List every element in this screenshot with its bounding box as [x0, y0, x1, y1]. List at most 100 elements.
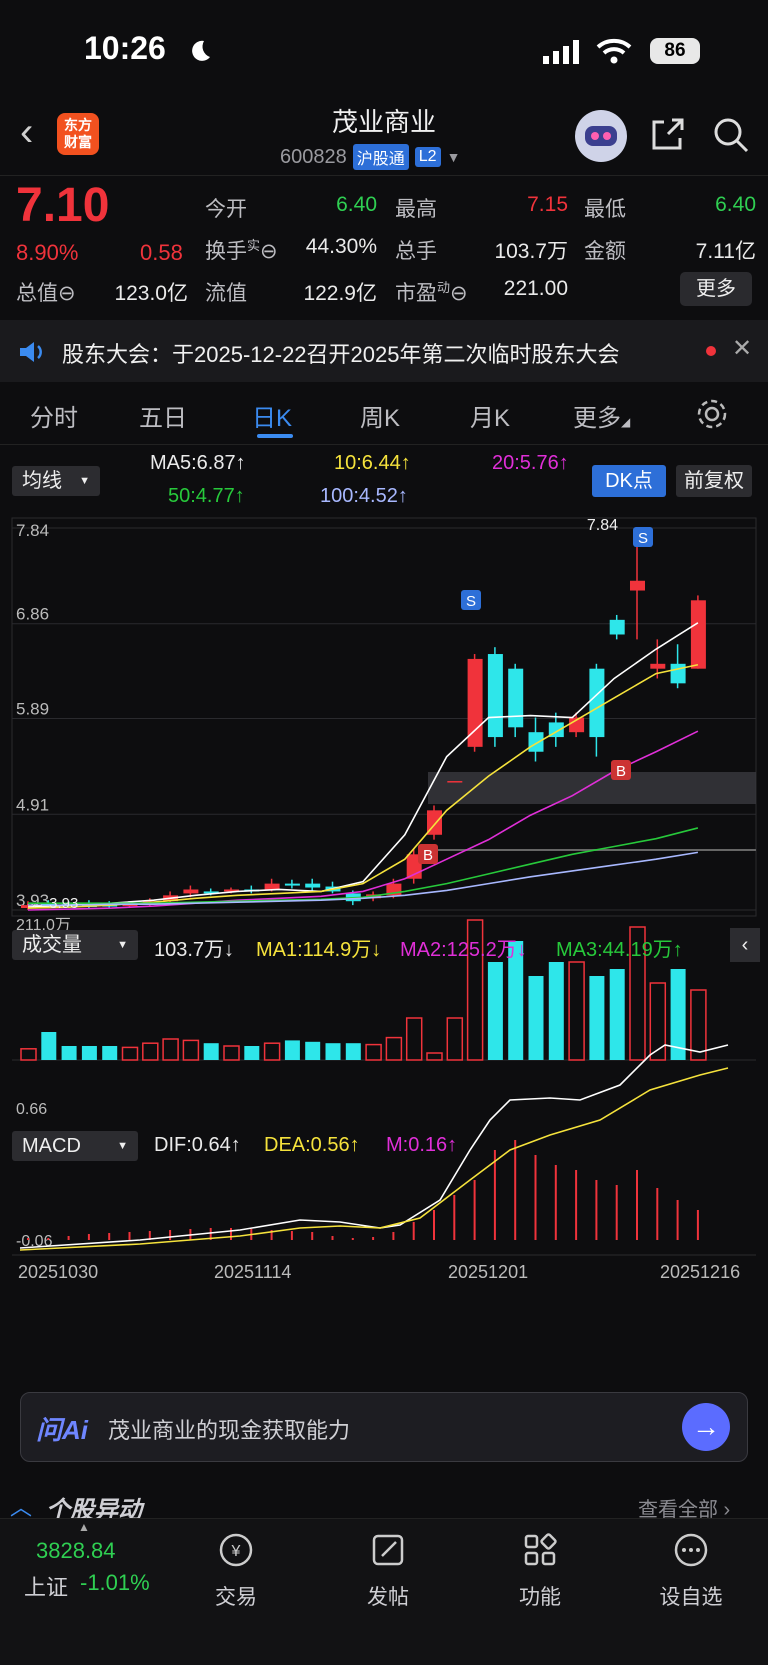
dk-point-button[interactable]: DK点	[592, 465, 666, 497]
volume-bar	[162, 1038, 179, 1061]
nav-functions[interactable]: 功能	[485, 1530, 595, 1611]
volume-ma3: MA3:44.19万↑	[556, 939, 683, 961]
volume-bar	[102, 1046, 118, 1060]
stat-label: 市盈动⊖	[395, 280, 468, 305]
change-amount: 0.58	[140, 240, 183, 265]
volume-bar	[405, 1017, 423, 1061]
volume-bar	[609, 969, 625, 1060]
volume-bar	[365, 1043, 382, 1061]
volume-bar	[325, 1043, 341, 1060]
tab-weekly-k[interactable]: 周K	[360, 398, 400, 433]
stat-label: 最低	[584, 198, 626, 221]
index-name: 上证	[24, 1575, 69, 1600]
notice-text: 股东大会：于2025-12-22召开2025年第二次临时股东大会	[62, 342, 620, 367]
yen-coin-icon: ¥	[219, 1533, 253, 1567]
ma50-value: 50:4.77↑	[168, 485, 245, 507]
index-value[interactable]: 3828.84	[36, 1538, 116, 1564]
tab-monthly-k[interactable]: 月K	[470, 398, 510, 433]
ma100-value: 100:4.52↑	[320, 485, 408, 507]
date-axis-label: 20251216	[660, 1262, 740, 1282]
tab-more[interactable]: 更多◢	[573, 398, 630, 433]
wifi-icon	[596, 38, 632, 64]
volume-bar	[589, 976, 605, 1060]
active-tab-indicator	[257, 434, 293, 438]
volume-bar	[548, 962, 564, 1060]
buy-marker-label: B	[616, 763, 626, 780]
change-percent: 8.90%	[16, 240, 79, 265]
tab-five-day[interactable]: 五日	[139, 398, 187, 433]
candle-body	[284, 883, 300, 886]
volume-bar	[142, 1042, 159, 1061]
last-price: 7.10	[16, 179, 110, 232]
macd-select[interactable]: MACD ▼	[12, 1131, 138, 1161]
volume-bar	[690, 989, 707, 1061]
candle-body	[305, 883, 321, 888]
volume-bar	[20, 1048, 37, 1061]
more-dots-icon	[674, 1533, 708, 1567]
volume-bar	[284, 1040, 300, 1060]
candle-body	[528, 732, 544, 752]
stat-value: 103.7万	[494, 240, 568, 263]
stat-label: 流值	[205, 282, 247, 305]
candle-body	[589, 668, 605, 738]
volume-bar	[528, 976, 544, 1060]
stat-label: 金额	[584, 240, 626, 263]
stat-label: 最高	[395, 198, 437, 221]
volume-bar	[182, 1039, 200, 1061]
candle-body	[630, 580, 645, 591]
ma10-value: 10:6.44↑	[334, 452, 411, 474]
grid-icon	[524, 1533, 557, 1566]
level-tag: L2	[414, 147, 441, 167]
nav-post[interactable]: 发帖	[333, 1530, 443, 1611]
moon-icon	[192, 40, 210, 61]
edit-icon	[372, 1534, 404, 1566]
volume-bar	[61, 1046, 77, 1060]
forward-adjust-button[interactable]: 前复权	[676, 465, 752, 497]
share-icon[interactable]	[650, 116, 686, 152]
volume-bar	[385, 1036, 403, 1061]
search-icon[interactable]	[712, 116, 750, 154]
settings-gear-icon[interactable]	[696, 398, 728, 430]
volume-bar	[244, 1046, 260, 1060]
support-zone	[428, 772, 756, 804]
candle-body	[650, 663, 666, 669]
index-change: -1.01%	[80, 1570, 150, 1595]
battery-indicator: 86	[650, 38, 700, 64]
candle-body	[690, 600, 706, 669]
candle-body	[264, 883, 280, 890]
caret-up-icon: ▲	[78, 1520, 90, 1534]
macd-m: M:0.16↑	[386, 1134, 458, 1156]
close-icon[interactable]: ✕	[732, 334, 752, 363]
arrow-right-icon[interactable]: →	[682, 1403, 730, 1451]
ai-prompt[interactable]: 茂业商业的现金获取能力	[108, 1413, 350, 1445]
nav-trade[interactable]: ¥ 交易	[181, 1530, 291, 1611]
volume-bar	[487, 962, 503, 1060]
indicator-select[interactable]: 均线 ▼	[12, 466, 100, 496]
volume-bar	[203, 1043, 219, 1060]
candle-body	[670, 663, 686, 684]
stock-code-row[interactable]: 600828 沪股通 L2 ▼	[280, 144, 460, 170]
volume-bar	[345, 1043, 361, 1060]
ma20-value: 20:5.76↑	[492, 452, 569, 474]
candle-body	[487, 654, 503, 738]
stat-label: 今开	[205, 198, 247, 221]
stat-label: 换手实⊖	[205, 238, 278, 263]
nav-watchlist[interactable]: 设自选	[636, 1530, 746, 1611]
tab-intraday[interactable]: 分时	[30, 398, 78, 433]
stat-value: 221.00	[503, 277, 568, 300]
stat-value: 7.11亿	[695, 240, 756, 263]
volume-bar	[305, 1041, 321, 1060]
sell-marker-label: S	[466, 593, 476, 610]
ai-robot-avatar[interactable]	[575, 110, 627, 162]
stat-value: 6.40	[336, 193, 377, 216]
unread-dot	[706, 346, 716, 356]
candle-body	[447, 781, 463, 783]
volume-bar	[649, 982, 667, 1061]
more-button[interactable]: 更多	[680, 272, 752, 306]
candle-body	[609, 619, 625, 635]
volume-ma1: MA1:114.9万↓	[256, 939, 382, 961]
volume-select[interactable]: 成交量 ▼	[12, 930, 138, 960]
collapse-chevron-icon[interactable]: ‹	[730, 928, 760, 962]
date-axis-label: 20251114	[214, 1262, 291, 1282]
tab-daily-k[interactable]: 日K	[252, 398, 292, 433]
